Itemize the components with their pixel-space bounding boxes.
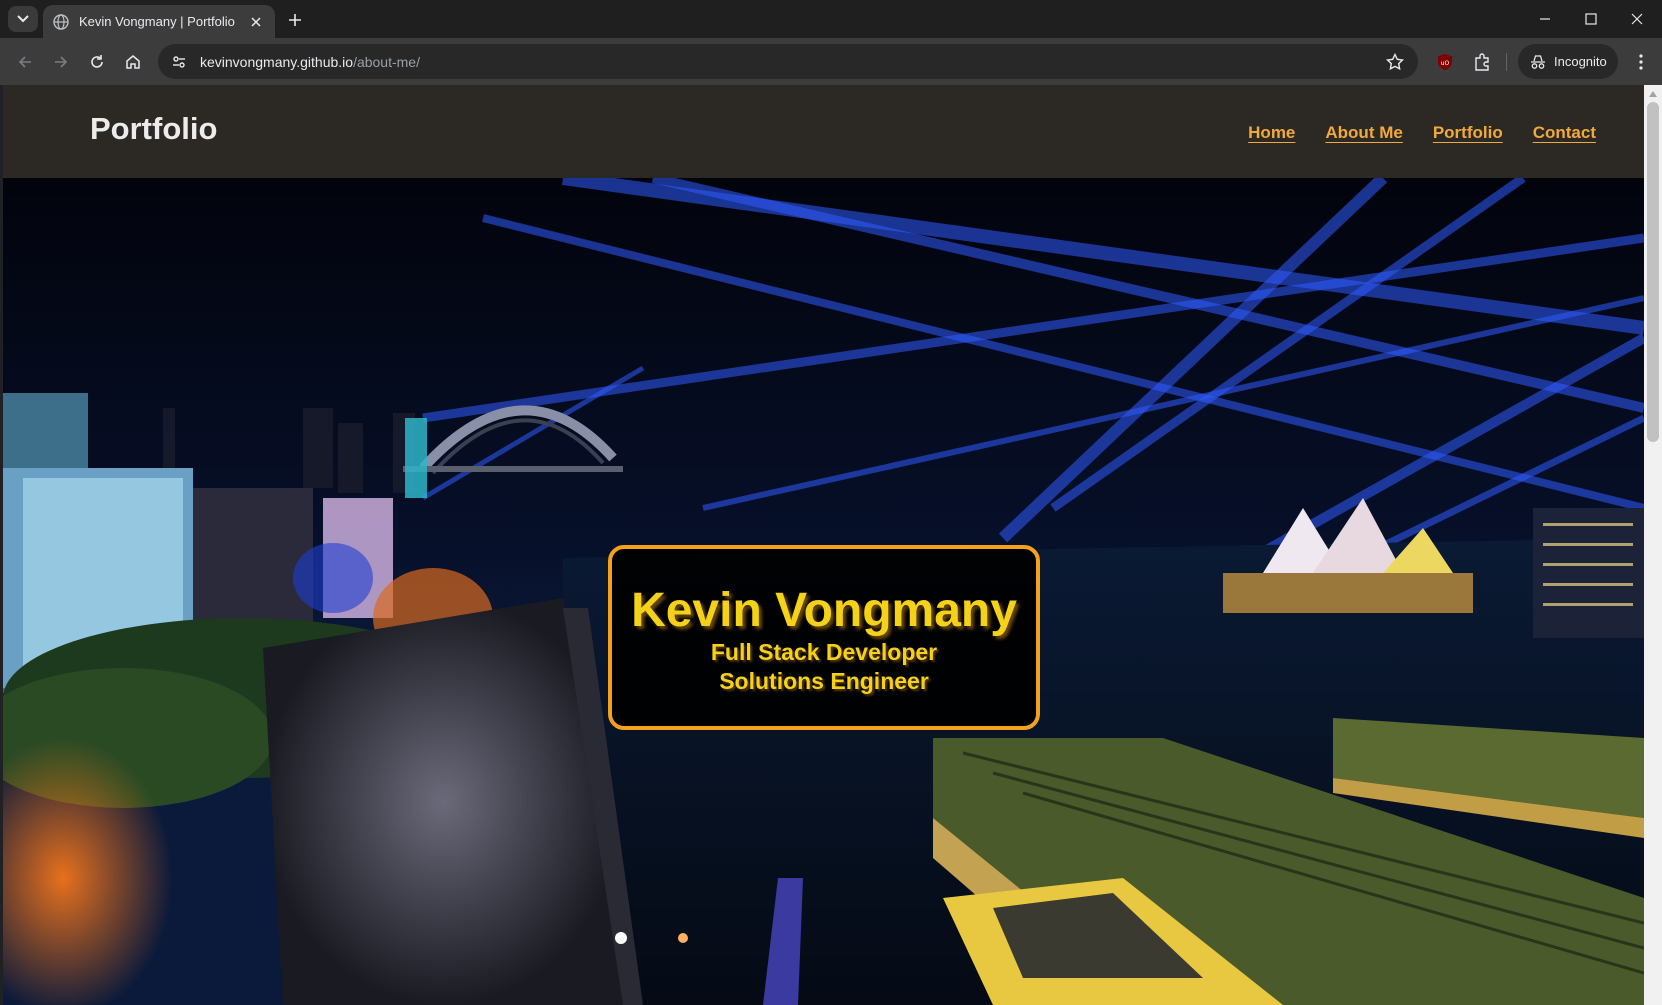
reload-icon (91, 55, 103, 68)
site-brand[interactable]: Portfolio (90, 111, 217, 147)
nav-link-about-me[interactable]: About Me (1325, 123, 1402, 143)
url-path: /about-me/ (353, 53, 420, 70)
hero-role-1: Full Stack Developer (710, 639, 938, 665)
hero-name: Kevin Vongmany (631, 584, 1017, 637)
back-button[interactable] (10, 47, 40, 77)
globe-icon (53, 13, 69, 30)
nav-link-contact[interactable]: Contact (1533, 123, 1596, 143)
extensions-icon (1475, 53, 1489, 71)
tab-title: Kevin Vongmany | Portfolio (79, 14, 235, 29)
page-scrollbar[interactable] (1644, 85, 1662, 1005)
address-bar[interactable]: kevinvongmany.github.io/about-me/ (158, 44, 1418, 79)
hero-section: Kevin Vongmany Full Stack Developer Solu… (3, 178, 1644, 1005)
page-viewport: Portfolio Home About Me Portfolio Contac… (3, 85, 1644, 1005)
ublock-extension-button[interactable]: uO (1432, 49, 1458, 75)
scrollbar-thumb[interactable] (1647, 102, 1659, 442)
url-text: kevinvongmany.github.io/about-me/ (200, 54, 1380, 70)
url-host: kevinvongmany.github.io (200, 53, 354, 70)
reload-button[interactable] (82, 47, 112, 77)
tab-search-button[interactable] (8, 6, 38, 32)
incognito-label: Incognito (1554, 54, 1607, 69)
more-menu-icon (1639, 54, 1643, 70)
incognito-icon (1531, 54, 1545, 69)
close-window-icon (1631, 13, 1643, 25)
maximize-icon (1585, 13, 1597, 25)
browser-tabstrip: Kevin Vongmany | Portfolio (0, 0, 1662, 38)
site-info-icon[interactable] (164, 54, 194, 70)
minimize-icon (1540, 18, 1550, 20)
site-nav: Home About Me Portfolio Contact (1248, 123, 1596, 143)
hero-role-2: Solutions Engineer (719, 668, 929, 694)
scroll-up-icon[interactable] (1644, 85, 1662, 102)
hero-name-card: Kevin Vongmany Full Stack Developer Solu… (608, 545, 1040, 730)
extensions-button[interactable] (1469, 49, 1495, 75)
ublock-icon: uO (1438, 54, 1452, 70)
tab-search-icon (17, 15, 29, 23)
toolbar-separator (1506, 53, 1507, 71)
nav-link-home[interactable]: Home (1248, 123, 1295, 143)
active-tab[interactable]: Kevin Vongmany | Portfolio (43, 5, 275, 38)
star-icon[interactable] (1380, 52, 1410, 71)
new-tab-button[interactable] (283, 8, 307, 32)
nav-link-portfolio[interactable]: Portfolio (1433, 123, 1503, 143)
home-icon (126, 55, 140, 69)
close-icon[interactable] (247, 13, 265, 31)
home-button[interactable] (118, 47, 148, 77)
forward-icon (55, 56, 68, 68)
plus-icon (289, 14, 301, 26)
more-menu-button[interactable] (1628, 49, 1654, 75)
close-window-button[interactable] (1614, 0, 1660, 38)
browser-toolbar: kevinvongmany.github.io/about-me/ uO Inc… (0, 38, 1662, 85)
incognito-profile-button[interactable]: Incognito (1518, 44, 1618, 79)
svg-text:uO: uO (1441, 60, 1450, 67)
minimize-button[interactable] (1522, 0, 1568, 38)
back-icon (18, 56, 31, 68)
site-header: Portfolio Home About Me Portfolio Contac… (3, 85, 1644, 178)
maximize-button[interactable] (1568, 0, 1614, 38)
forward-button[interactable] (46, 47, 76, 77)
